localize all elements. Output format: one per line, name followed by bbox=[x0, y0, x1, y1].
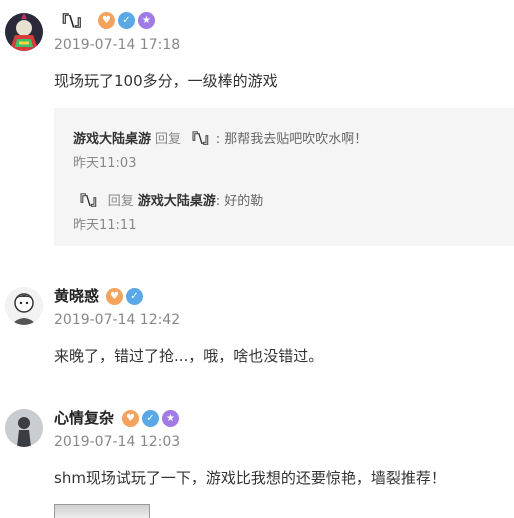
badge-group: ♥ ✓ ★ bbox=[122, 410, 179, 427]
verified-badge-icon: ✓ bbox=[118, 12, 135, 29]
reply-to[interactable]: 游戏大陆桌游 bbox=[138, 194, 216, 209]
verified-badge-icon: ✓ bbox=[142, 410, 159, 427]
user-name[interactable]: 黄晓惑 bbox=[54, 285, 99, 306]
reply-text: : 好的勒 bbox=[215, 194, 264, 209]
vip-badge-icon: ★ bbox=[162, 410, 179, 427]
user-name[interactable]: 『\』 bbox=[54, 10, 89, 31]
comment-text: 来晚了，错过了抢...，哦，啥也没错过。 bbox=[54, 347, 324, 365]
level-badge-icon: ♥ bbox=[98, 12, 115, 29]
comment-time: 2019-07-14 12:42 bbox=[54, 312, 181, 328]
comment-text: shm现场试玩了一下，游戏比我想的还要惊艳，墙裂推荐！ bbox=[54, 469, 446, 487]
reply-time: 昨天11:03 bbox=[73, 156, 137, 171]
reply-item: 『\』 回复 游戏大陆桌游: 好的勒 bbox=[73, 190, 263, 209]
reply-verb: 回复 bbox=[107, 194, 134, 209]
reply-item: 游戏大陆桌游 回复 『\』: 那帮我去贴吧吹吹水啊！ bbox=[73, 128, 367, 147]
avatar[interactable] bbox=[5, 13, 43, 51]
verified-badge-icon: ✓ bbox=[126, 288, 143, 305]
reply-time: 昨天11:11 bbox=[73, 218, 137, 233]
level-badge-icon: ♥ bbox=[106, 288, 123, 305]
comment-time: 2019-07-14 17:18 bbox=[54, 37, 181, 53]
avatar[interactable] bbox=[5, 287, 43, 325]
comment-item: 『\』 ♥ ✓ ★ 2019-07-14 17:18 现场玩了100多分，一级棒… bbox=[0, 0, 514, 260]
badge-group: ♥ ✓ ★ bbox=[98, 12, 155, 29]
reply-from[interactable]: 游戏大陆桌游 bbox=[73, 132, 151, 147]
user-name[interactable]: 心情复杂 bbox=[54, 407, 114, 428]
vip-badge-icon: ★ bbox=[138, 12, 155, 29]
level-badge-icon: ♥ bbox=[122, 410, 139, 427]
reply-text: : 那帮我去贴吧吹吹水啊！ bbox=[215, 132, 368, 147]
comment-text: 现场玩了100多分，一级棒的游戏 bbox=[54, 72, 278, 90]
avatar[interactable] bbox=[5, 409, 43, 447]
comment-time: 2019-07-14 12:03 bbox=[54, 434, 181, 450]
reply-from[interactable]: 『\』 bbox=[73, 194, 104, 209]
reply-verb: 回复 bbox=[155, 132, 182, 147]
reply-to[interactable]: 『\』 bbox=[185, 132, 216, 147]
reply-list: 游戏大陆桌游 回复 『\』: 那帮我去贴吧吹吹水啊！ 昨天11:03 『\』 回复 游戏… bbox=[54, 108, 514, 246]
badge-group: ♥ ✓ bbox=[106, 288, 143, 305]
